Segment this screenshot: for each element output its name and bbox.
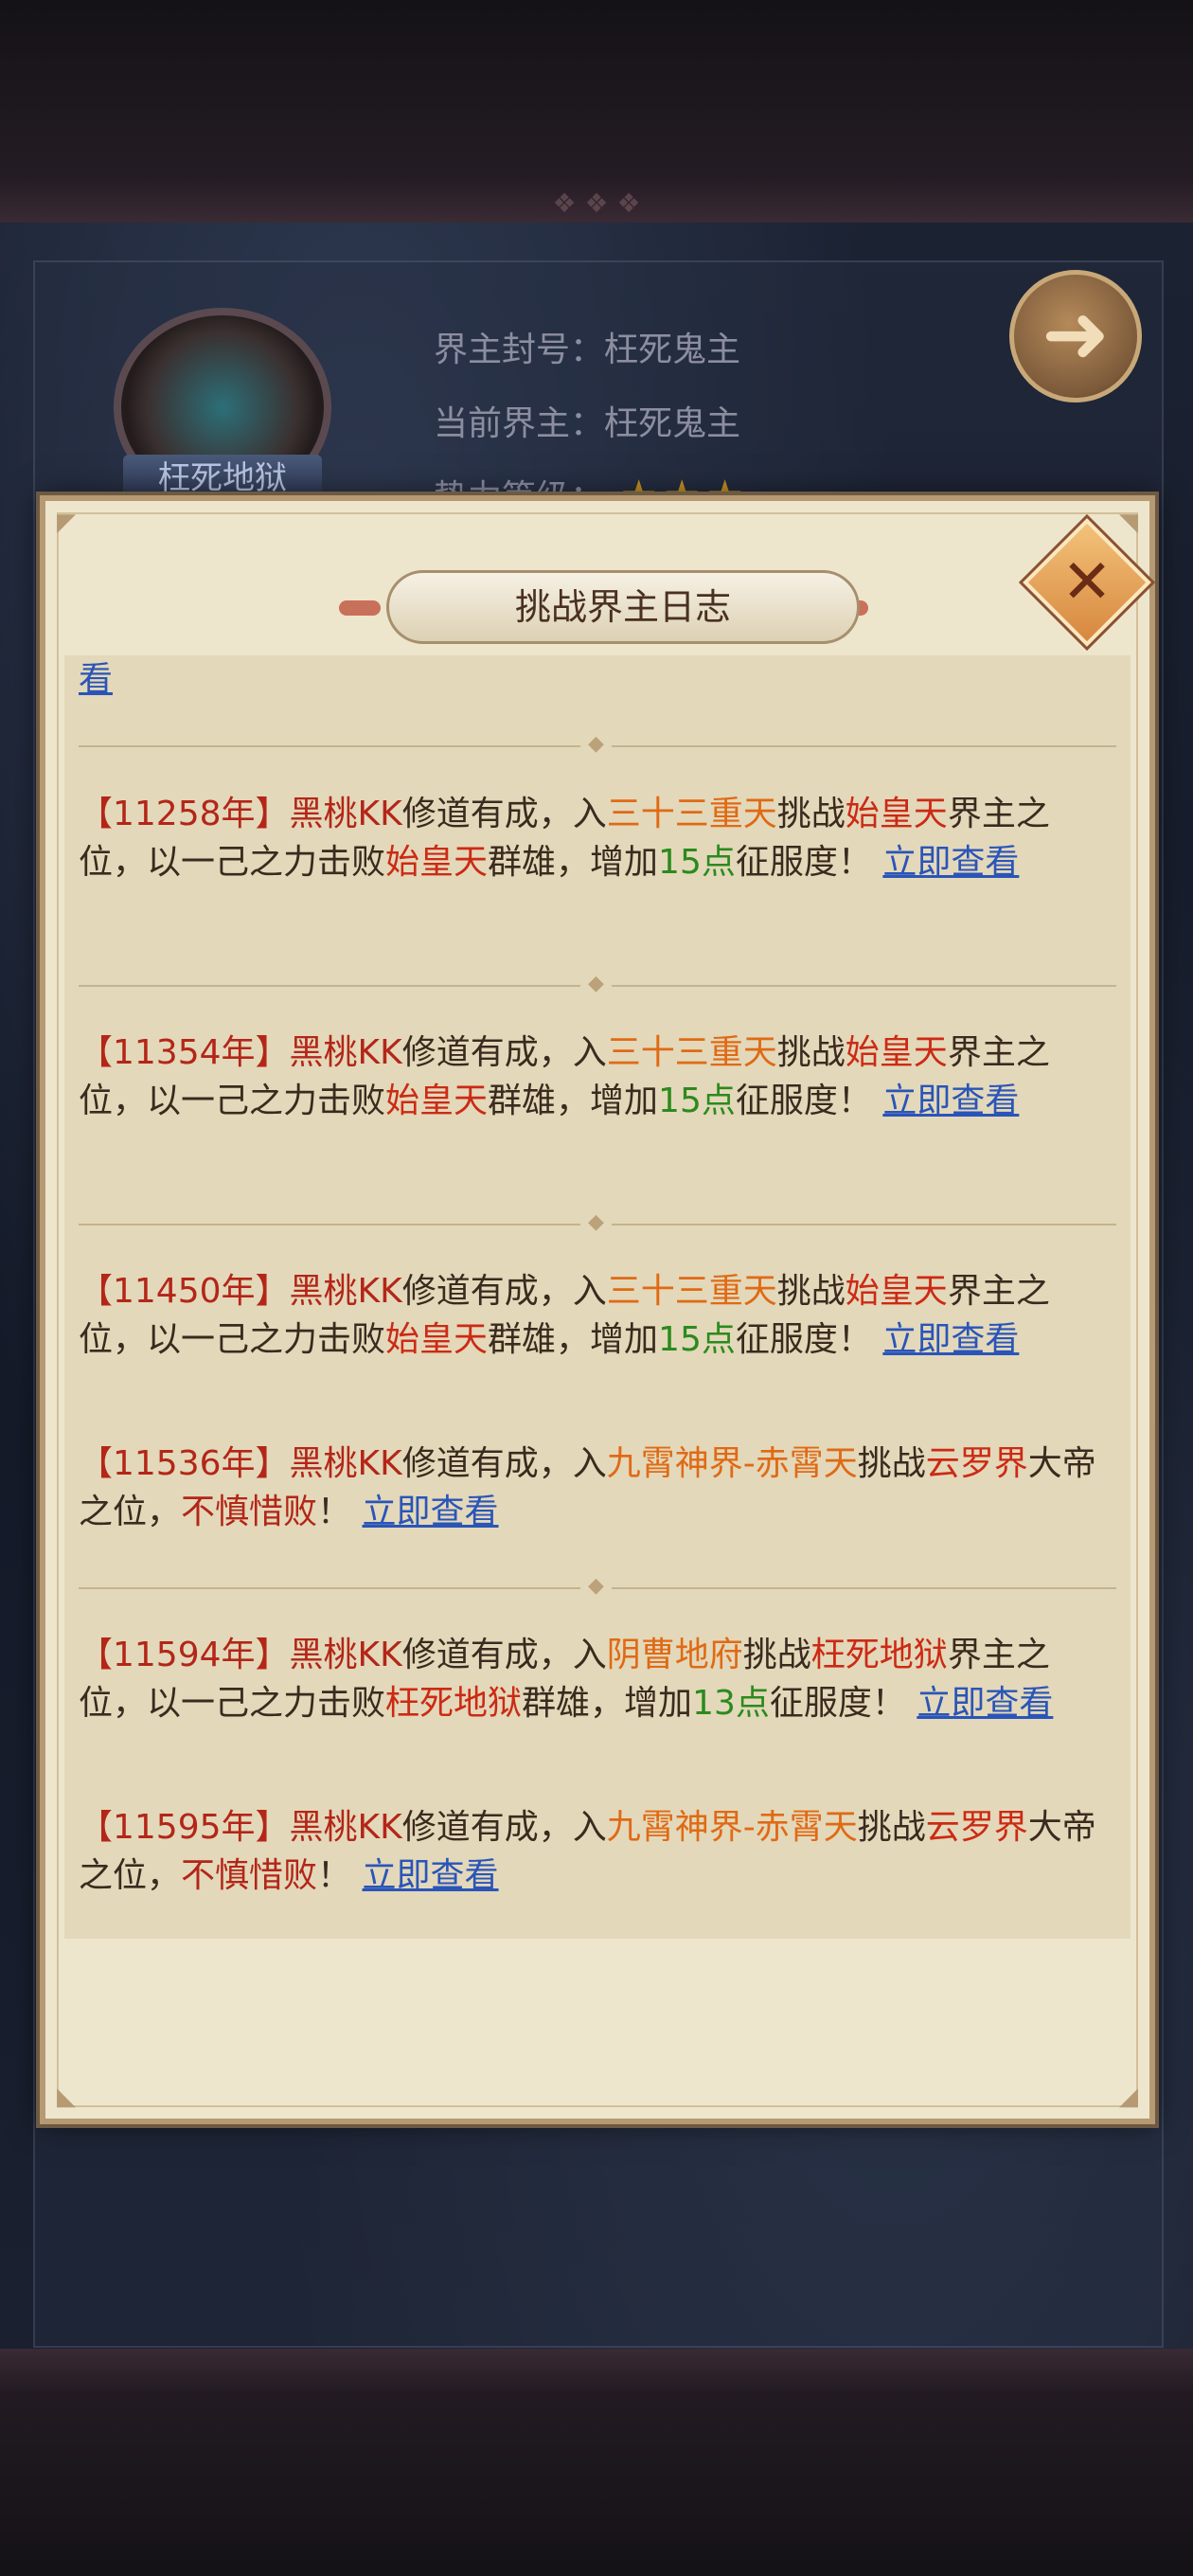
log-year: 【11594年】 bbox=[79, 1636, 290, 1674]
log-text: 征服度！ bbox=[769, 1684, 906, 1723]
log-text: 挑战 bbox=[857, 1808, 926, 1847]
log-realm: 始皇天 bbox=[385, 1320, 489, 1359]
top-bar: ❖ ❖ ❖ bbox=[0, 0, 1193, 223]
log-place: 九霄神界-赤霄天 bbox=[606, 1444, 858, 1483]
log-realm: 云罗界 bbox=[925, 1444, 1028, 1483]
view-now-link[interactable]: 立即查看 bbox=[917, 1684, 1053, 1723]
log-realm: 云罗界 bbox=[925, 1808, 1028, 1847]
log-entry: 【11450年】黑桃KK修道有成，入三十三重天挑战始皇天界主之位，以一己之力击败… bbox=[79, 1267, 1116, 1364]
log-text: 修道有成，入 bbox=[401, 1444, 607, 1483]
log-points: 15点 bbox=[658, 1082, 736, 1120]
log-entry: 【11258年】黑桃KK修道有成，入三十三重天挑战始皇天界主之位，以一己之力击败… bbox=[79, 790, 1116, 886]
view-now-link[interactable]: 立即查看 bbox=[882, 843, 1019, 882]
log-text: 群雄，增加 bbox=[522, 1684, 693, 1723]
log-text: 挑战 bbox=[776, 795, 846, 833]
log-text: 征服度！ bbox=[735, 1082, 872, 1120]
corner-ornament-icon: ◣ bbox=[57, 2083, 76, 2111]
challenge-log-dialog: ◤ ◥ ◣ ◢ 挑战界主日志 ✕ 看 【11258年】黑桃KK修道有成，入三十三… bbox=[40, 495, 1155, 2124]
log-result-fail: 不慎惜败 bbox=[181, 1856, 318, 1895]
log-realm: 始皇天 bbox=[385, 1082, 489, 1120]
bottom-bar bbox=[0, 2349, 1193, 2576]
log-text: 挑战 bbox=[776, 1272, 846, 1311]
view-now-link[interactable]: 立即查看 bbox=[363, 1856, 499, 1895]
log-text: ！ bbox=[317, 1856, 352, 1895]
log-player-name: 黑桃KK bbox=[289, 1444, 402, 1483]
log-text: 征服度！ bbox=[735, 1320, 872, 1359]
log-year: 【11595年】 bbox=[79, 1808, 290, 1847]
log-text: 挑战 bbox=[776, 1033, 846, 1072]
log-list[interactable]: 看 【11258年】黑桃KK修道有成，入三十三重天挑战始皇天界主之位，以一己之力… bbox=[64, 655, 1131, 1939]
log-text: 修道有成，入 bbox=[401, 1272, 607, 1311]
log-entry: 【11594年】黑桃KK修道有成，入阴曹地府挑战枉死地狱界主之位，以一己之力击败… bbox=[79, 1631, 1116, 1727]
title-knob-left bbox=[339, 600, 381, 616]
log-player-name: 黑桃KK bbox=[289, 1272, 402, 1311]
log-player-name: 黑桃KK bbox=[289, 795, 402, 833]
log-realm: 始皇天 bbox=[845, 1033, 948, 1072]
log-entry: 【11354年】黑桃KK修道有成，入三十三重天挑战始皇天界主之位，以一己之力击败… bbox=[79, 1029, 1116, 1125]
log-text: 修道有成，入 bbox=[401, 1033, 607, 1072]
log-realm: 始皇天 bbox=[845, 1272, 948, 1311]
log-text: 修道有成，入 bbox=[401, 795, 607, 833]
log-text: 挑战 bbox=[742, 1636, 811, 1674]
log-place: 九霄神界-赤霄天 bbox=[606, 1808, 858, 1847]
log-points: 15点 bbox=[658, 1320, 736, 1359]
back-arrow-icon: ➜ bbox=[1041, 287, 1111, 382]
log-divider bbox=[79, 972, 1116, 995]
log-divider bbox=[79, 1574, 1116, 1598]
realm-title-text: 界主封号：枉死鬼主 bbox=[434, 331, 741, 369]
log-player-name: 黑桃KK bbox=[289, 1636, 402, 1674]
log-realm: 枉死地狱 bbox=[810, 1636, 948, 1674]
current-lord-text: 当前界主：枉死鬼主 bbox=[434, 404, 741, 443]
log-year: 【11536年】 bbox=[79, 1444, 290, 1483]
dialog-title: 挑战界主日志 bbox=[386, 570, 860, 644]
corner-ornament-icon: ◤ bbox=[57, 509, 76, 537]
log-text: 群雄，增加 bbox=[488, 1082, 659, 1120]
log-place: 三十三重天 bbox=[606, 1272, 777, 1311]
log-year: 【11450年】 bbox=[79, 1272, 290, 1311]
log-place: 三十三重天 bbox=[606, 795, 777, 833]
view-now-link[interactable]: 立即查看 bbox=[363, 1493, 499, 1531]
view-now-link[interactable]: 立即查看 bbox=[882, 1082, 1019, 1120]
corner-ornament-icon: ◥ bbox=[1119, 509, 1138, 537]
log-player-name: 黑桃KK bbox=[289, 1033, 402, 1072]
log-player-name: 黑桃KK bbox=[289, 1808, 402, 1847]
log-place: 阴曹地府 bbox=[606, 1636, 743, 1674]
close-icon: ✕ bbox=[1061, 547, 1113, 617]
log-points: 13点 bbox=[692, 1684, 770, 1723]
log-text: 群雄，增加 bbox=[488, 1320, 659, 1359]
log-divider bbox=[79, 732, 1116, 756]
log-realm: 始皇天 bbox=[845, 795, 948, 833]
log-points: 15点 bbox=[658, 843, 736, 882]
log-divider bbox=[79, 1210, 1116, 1234]
view-now-link[interactable]: 立即查看 bbox=[882, 1320, 1019, 1359]
log-text: ！ bbox=[317, 1493, 352, 1531]
top-ornament: ❖ ❖ ❖ bbox=[552, 188, 641, 219]
log-text: 修道有成，入 bbox=[401, 1808, 607, 1847]
log-entry: 【11595年】黑桃KK修道有成，入九霄神界-赤霄天挑战云罗界大帝之位，不慎惜败… bbox=[79, 1803, 1116, 1900]
log-result-fail: 不慎惜败 bbox=[181, 1493, 318, 1531]
log-text: 挑战 bbox=[857, 1444, 926, 1483]
log-link[interactable]: 看 bbox=[79, 660, 113, 699]
log-place: 三十三重天 bbox=[606, 1033, 777, 1072]
log-realm: 枉死地狱 bbox=[385, 1684, 523, 1723]
log-year: 【11258年】 bbox=[79, 795, 290, 833]
log-text: 征服度！ bbox=[735, 843, 872, 882]
log-text: 群雄，增加 bbox=[488, 843, 659, 882]
log-text: 修道有成，入 bbox=[401, 1636, 607, 1674]
log-partial-line: 看 bbox=[79, 655, 1116, 704]
corner-ornament-icon: ◢ bbox=[1119, 2083, 1138, 2111]
log-entry: 【11536年】黑桃KK修道有成，入九霄神界-赤霄天挑战云罗界大帝之位，不慎惜败… bbox=[79, 1440, 1116, 1536]
log-year: 【11354年】 bbox=[79, 1033, 290, 1072]
back-button[interactable]: ➜ bbox=[1009, 270, 1142, 402]
log-realm: 始皇天 bbox=[385, 843, 489, 882]
